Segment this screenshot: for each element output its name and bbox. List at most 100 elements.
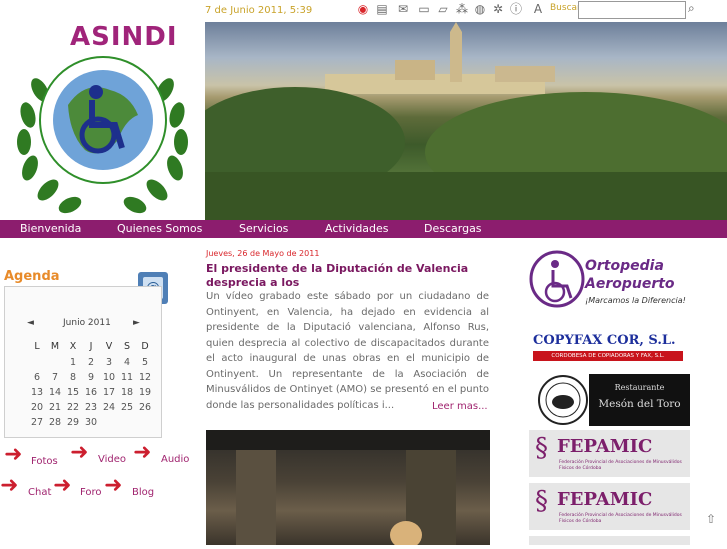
calendar-day[interactable]: 3 [100,357,118,372]
calendar-day[interactable]: 17 [100,387,118,402]
link-video[interactable]: Video [98,454,126,465]
nav-item-descargas[interactable]: Descargas [424,222,482,235]
calendar-day[interactable]: 1 [64,357,82,372]
calendar-day[interactable]: 4 [118,357,136,372]
calendar-day[interactable]: 29 [64,417,82,432]
calendar-day[interactable]: 7 [46,372,64,387]
site-logo[interactable]: ASINDI [0,0,205,220]
wheelchair-logo-icon [529,250,585,308]
article-body: Un vídeo grabado este sábado por un ciud… [206,291,489,411]
weekday-header: X [69,341,77,352]
nav-item-actividades[interactable]: Actividades [325,222,389,235]
calendar-day[interactable] [28,357,46,372]
logo-text: ASINDI [70,22,178,52]
meson-line2: Mesón del Toro [598,398,681,410]
video-arrow-icon: ➜ [70,440,89,465]
calendar-day[interactable]: 13 [28,387,46,402]
article-title[interactable]: El presidente de la Diputación de Valenc… [206,262,496,290]
calendar-day[interactable]: 16 [82,387,100,402]
calendar-day[interactable] [118,417,136,432]
calendar-day[interactable]: 18 [118,387,136,402]
weekday-header: V [105,341,113,352]
fepamic-name: FEPAMIC [557,436,653,457]
calendar-grid: L M X J V S D 1 2 3 4 5 6 7 8 9 10 11 12… [28,341,154,432]
calendar-day[interactable]: 15 [64,387,82,402]
info-icon[interactable]: ⓘ [509,2,523,16]
globe-icon[interactable]: ◍ [473,2,487,16]
article-photo-graphic [206,430,490,549]
ad-fepamic-2[interactable]: § FEPAMIC Federación Provincial de Asoci… [529,483,690,530]
sitemap-icon[interactable]: ⁂ [455,2,469,16]
calendar-day[interactable]: 2 [82,357,100,372]
rss-icon[interactable]: ◉ [356,2,370,16]
calendar-day[interactable]: 25 [118,402,136,417]
calendar-day[interactable] [136,417,154,432]
nav-item-bienvenida[interactable]: Bienvenida [20,222,81,235]
scroll-top-icon[interactable]: ⇧ [706,512,716,526]
header-photo [205,22,727,220]
calendar-day[interactable]: 19 [136,387,154,402]
calendar-next-month[interactable]: ► [133,318,140,328]
ortopedia-line1: Ortopedia [585,258,664,274]
ad-copyfax[interactable]: COPYFAX COR, S.L. CORDOBESA DE COPIADORA… [529,333,691,365]
calendar: ◄ Junio 2011 ► L M X J V S D 1 2 3 4 5 6… [4,286,162,438]
calendar-day[interactable]: 5 [136,357,154,372]
ortopedia-line2: Aeropuerto [585,276,675,292]
city-skyline-photo [205,22,727,220]
calendar-day[interactable]: 8 [64,372,82,387]
calendar-day[interactable]: 27 [28,417,46,432]
calendar-day[interactable]: 11 [118,372,136,387]
search-icon[interactable]: ⌕ [688,1,695,16]
ad-ortopedia-aeropuerto[interactable]: Ortopedia Aeropuerto ¡Marcamos la Difere… [529,248,691,318]
nav-item-quienes-somos[interactable]: Quienes Somos [117,222,202,235]
weekday-header: S [123,341,131,352]
link-chat[interactable]: Chat [28,487,51,498]
fepamic-subtitle: Federación Provincial de Asociaciones de… [559,513,682,524]
top-toolbar: 7 de Junio 2011, 5:39 ◉ ▤ ✉ ▭ ▱ ⁂ ◍ ✲ ⓘ … [205,0,727,22]
calendar-day[interactable]: 21 [46,402,64,417]
weekday-header: M [50,341,60,352]
print-icon[interactable]: ▤ [375,2,389,16]
read-more-link[interactable]: Leer mas... [432,401,488,412]
fepamic-subtitle: Federación Provincial de Asociaciones de… [559,460,682,471]
calendar-day[interactable]: 26 [136,402,154,417]
link-blog[interactable]: Blog [132,487,154,498]
fepamic-name: FEPAMIC [557,489,653,510]
fepamic-logo-icon: § [535,486,548,516]
bull-seal-icon [538,375,588,425]
calendar-day[interactable]: 9 [82,372,100,387]
calendar-day[interactable]: 14 [46,387,64,402]
settings-icon[interactable]: ✲ [491,2,505,16]
link-foro[interactable]: Foro [80,487,102,498]
calendar-day[interactable]: 20 [28,402,46,417]
calendar-day[interactable]: 30 [82,417,100,432]
calendar-day[interactable]: 12 [136,372,154,387]
article-date: Jueves, 26 de Mayo de 2011 [206,249,320,258]
calendar-prev-month[interactable]: ◄ [27,318,34,328]
folder-icon[interactable]: ▭ [417,2,431,16]
font-size-icon[interactable]: A [531,2,545,16]
link-audio[interactable]: Audio [161,454,189,465]
calendar-month-label: Junio 2011 [63,318,111,328]
calendar-day[interactable]: 6 [28,372,46,387]
calendar-day[interactable] [100,417,118,432]
link-fotos[interactable]: Fotos [31,456,58,467]
current-date: 7 de Junio 2011, 5:39 [205,5,313,16]
ad-fepamic-1[interactable]: § FEPAMIC Federación Provincial de Asoci… [529,430,690,477]
folder-open-icon[interactable]: ▱ [436,2,450,16]
calendar-day[interactable]: 10 [100,372,118,387]
calendar-day[interactable] [46,357,64,372]
calendar-day[interactable]: 23 [82,402,100,417]
nav-item-servicios[interactable]: Servicios [239,222,288,235]
mail-icon[interactable]: ✉ [396,2,410,16]
calendar-day[interactable]: 28 [46,417,64,432]
calendar-day[interactable]: 22 [64,402,82,417]
agenda-title: Agenda [4,269,60,284]
ad-partial[interactable] [529,536,690,545]
calendar-day[interactable]: 24 [100,402,118,417]
fotos-arrow-icon: ➜ [4,442,23,467]
article-photo[interactable] [206,430,490,549]
search-input[interactable] [578,1,686,19]
fepamic-logo-icon: § [535,433,548,463]
ad-meson-del-toro[interactable]: Restaurante Mesón del Toro [529,374,691,426]
